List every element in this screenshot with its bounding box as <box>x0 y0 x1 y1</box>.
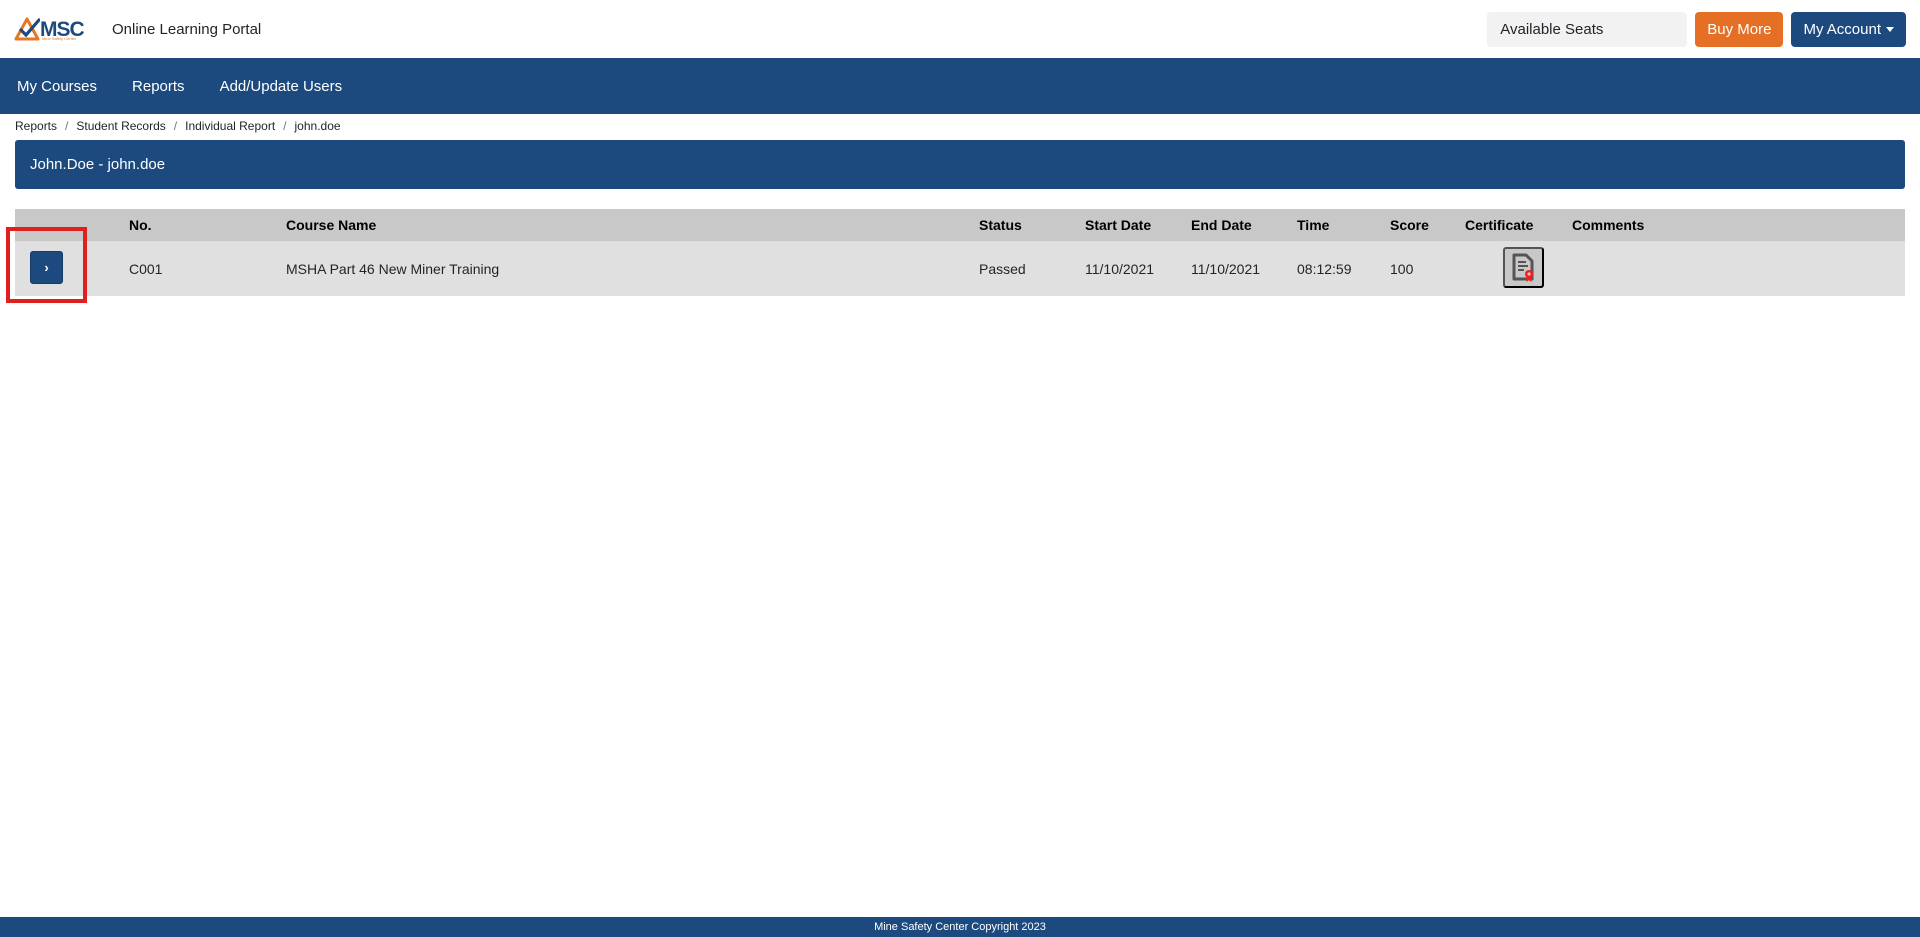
buy-more-button[interactable]: Buy More <box>1695 11 1784 47</box>
logo-triangle-check-icon <box>14 17 40 41</box>
user-banner: John.Doe - john.doe <box>15 140 1905 189</box>
cell-no: C001 <box>129 260 163 277</box>
cell-course-name: MSHA Part 46 New Miner Training <box>286 260 500 277</box>
chevron-right-icon: › <box>44 260 49 275</box>
my-account-dropdown[interactable]: My Account <box>1791 11 1906 47</box>
col-header-comments: Comments <box>1572 217 1645 233</box>
portal-title: Online Learning Portal <box>112 20 262 38</box>
breadcrumb-separator: / <box>173 119 178 133</box>
footer: Mine Safety Center Copyright 2023 <box>0 917 1920 937</box>
table-row: › C001 MSHA Part 46 New Miner Training P… <box>15 241 1905 296</box>
breadcrumb-separator: / <box>65 119 69 133</box>
msc-logo[interactable]: MSC Mine Safety Center <box>14 14 86 44</box>
breadcrumb-student-records[interactable]: Student Records <box>76 119 165 133</box>
user-banner-title: John.Doe - john.doe <box>30 156 166 173</box>
breadcrumb-separator: / <box>283 119 287 133</box>
col-header-no: No. <box>129 217 152 233</box>
table-header: No. Course Name Status Start Date End Da… <box>15 209 1905 241</box>
nav-add-update-users[interactable]: Add/Update Users <box>220 78 343 95</box>
logo-subtext: Mine Safety Center <box>42 36 77 41</box>
main-navbar: My Courses Reports Add/Update Users <box>0 58 1920 114</box>
caret-down-icon <box>1886 26 1894 32</box>
my-account-label: My Account <box>1803 20 1881 38</box>
breadcrumb-individual-report[interactable]: Individual Report <box>185 119 275 133</box>
nav-my-courses[interactable]: My Courses <box>17 78 97 95</box>
col-header-time: Time <box>1297 217 1330 233</box>
breadcrumb-current-user: john.doe <box>294 119 341 133</box>
cell-time: 08:12:59 <box>1297 260 1352 277</box>
cell-status: Passed <box>979 260 1026 277</box>
course-report-table: No. Course Name Status Start Date End Da… <box>15 209 1905 296</box>
col-header-status: Status <box>979 217 1022 233</box>
available-seats-display: Available Seats <box>1487 11 1688 47</box>
expand-row-button[interactable]: › <box>30 251 63 284</box>
col-header-end-date: End Date <box>1191 217 1252 233</box>
nav-reports[interactable]: Reports <box>132 78 185 95</box>
cell-score: 100 <box>1390 260 1414 277</box>
col-header-start-date: Start Date <box>1085 217 1152 233</box>
col-header-score: Score <box>1390 217 1429 233</box>
top-bar: MSC Mine Safety Center Online Learning P… <box>0 0 1920 58</box>
col-header-certificate: Certificate <box>1465 217 1534 233</box>
footer-copyright: Mine Safety Center Copyright 2023 <box>874 921 1046 933</box>
col-header-course-name: Course Name <box>286 217 377 233</box>
certificate-icon <box>1512 253 1533 282</box>
breadcrumb: Reports / Student Records / Individual R… <box>15 119 341 133</box>
breadcrumb-reports[interactable]: Reports <box>15 119 57 133</box>
cell-start-date: 11/10/2021 <box>1085 260 1155 277</box>
cell-end-date: 11/10/2021 <box>1191 260 1261 277</box>
download-certificate-button[interactable] <box>1503 247 1544 288</box>
